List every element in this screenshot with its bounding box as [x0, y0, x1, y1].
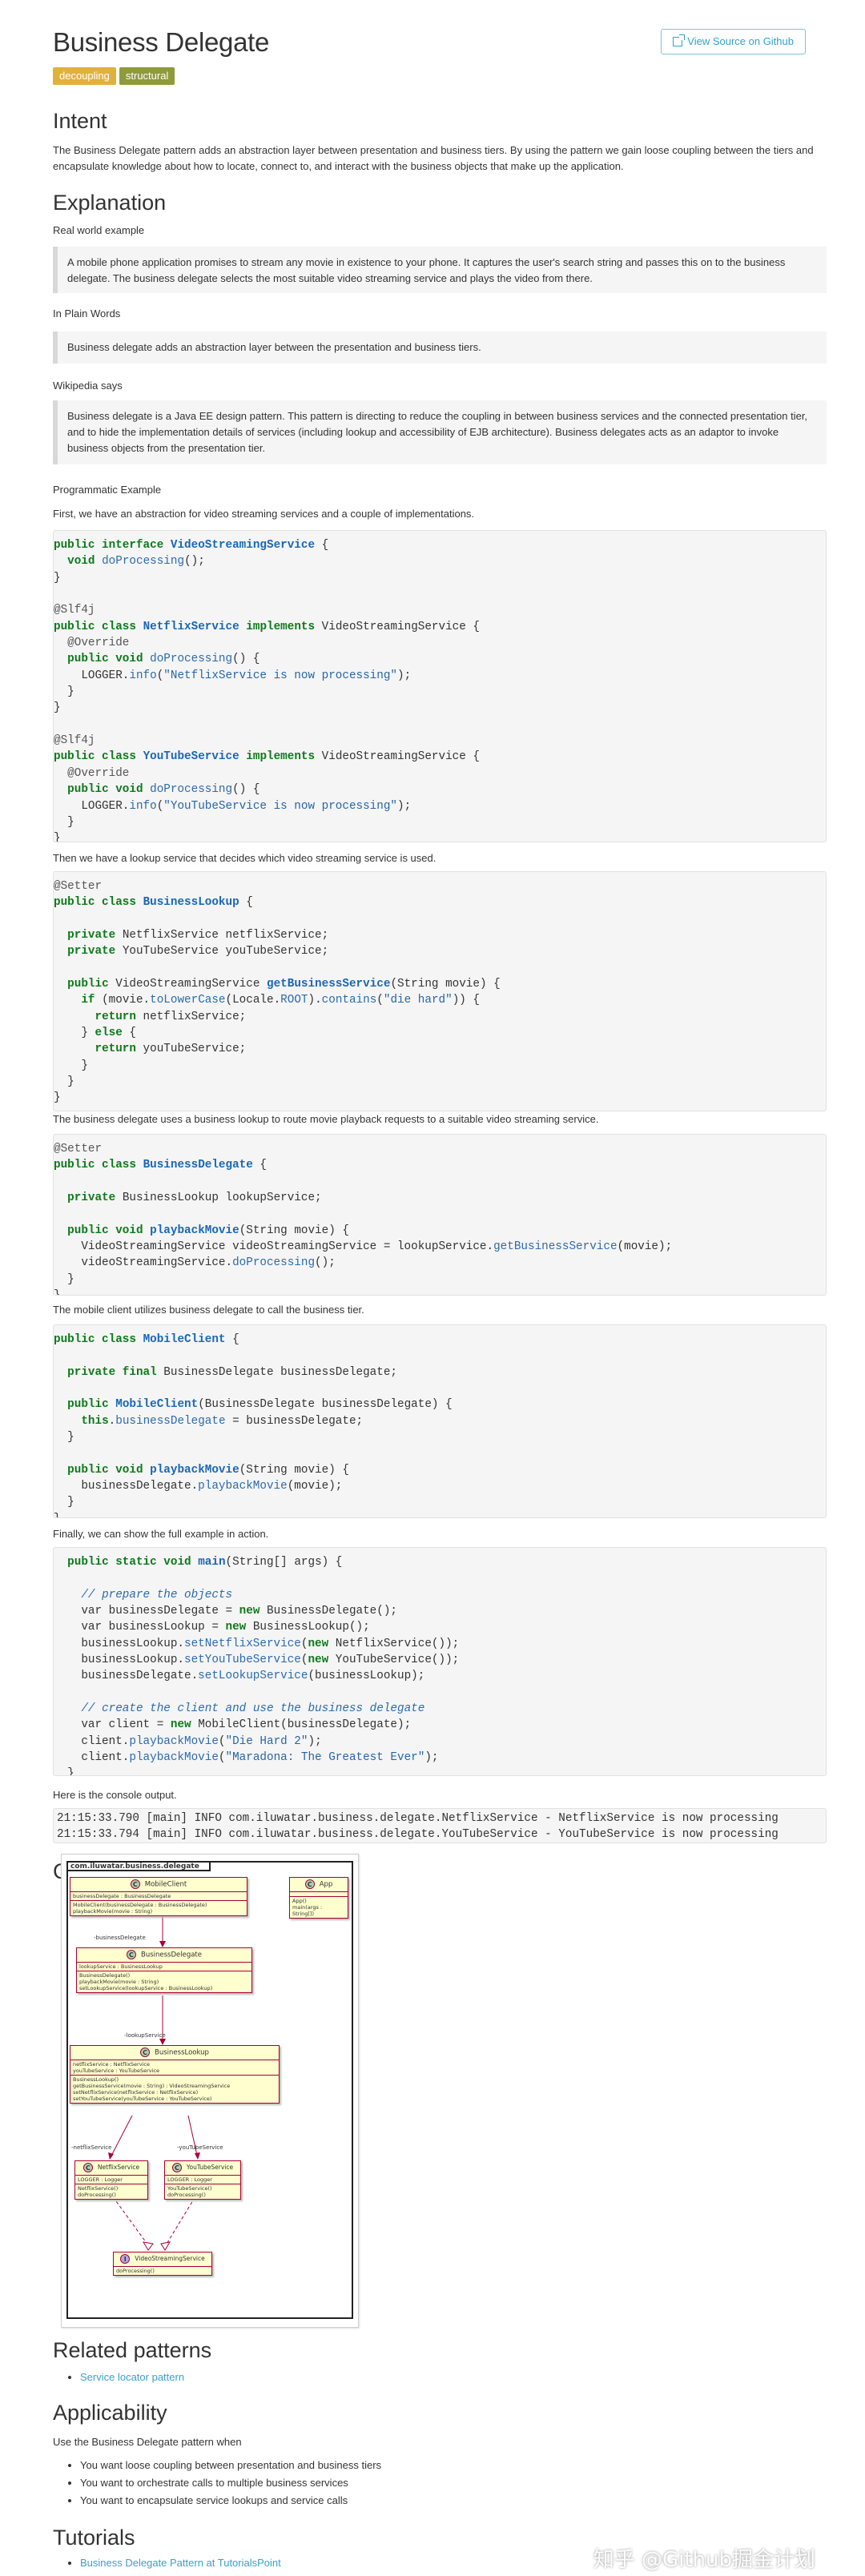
package-box: com.iluwatar.business.delegate — [66, 1861, 353, 2319]
class-circle-icon: C — [83, 2163, 93, 2172]
code-intro-6: Here is the console output. — [53, 1787, 827, 1803]
code-block-business-lookup: @Setter public class BusinessLookup { pr… — [53, 871, 827, 1111]
code-intro-3: The business delegate uses a business lo… — [53, 1111, 827, 1127]
real-world-label: Real world example — [53, 223, 827, 239]
code-block-streaming-services: public interface VideoStreamingService {… — [53, 530, 827, 842]
related-heading: Related patterns — [53, 2337, 827, 2364]
code-block-main: public static void main(String[] args) {… — [53, 1547, 827, 1776]
class-circle-icon: C — [140, 2048, 150, 2057]
tag-decoupling[interactable]: decoupling — [53, 67, 116, 85]
view-source-button[interactable]: View Source on Github — [661, 29, 806, 54]
plain-words-quote: Business delegate adds an abstraction la… — [53, 332, 827, 364]
edge-netflix-video — [110, 2192, 148, 2245]
plain-words-label: In Plain Words — [53, 306, 827, 322]
related-list: Service locator pattern — [53, 2369, 827, 2386]
code-block-business-delegate: @Setter public class BusinessDelegate { … — [53, 1134, 827, 1296]
watermark: 知乎 @Github掘金计划 — [593, 2543, 815, 2573]
console-line: 21:15:33.794 [main] INFO com.iluwatar.bu… — [57, 1827, 823, 1843]
tag-list: decoupling structural — [53, 67, 175, 85]
edge-lookup-netflix — [110, 2116, 132, 2159]
code-intro-5: Finally, we can show the full example in… — [53, 1526, 827, 1542]
class-circle-icon: C — [172, 2163, 182, 2172]
page-title: Business Delegate — [53, 27, 269, 58]
edge-label-business-delegate: -businessDelegate — [94, 1935, 146, 1941]
edge-label-youtube-service: -youTubeService — [177, 2144, 223, 2151]
intent-text: The Business Delegate pattern adds an ab… — [53, 143, 827, 175]
programmatic-label: Programmatic Example — [53, 482, 827, 498]
uml-class-app: CApp App()main(args : String[]) — [289, 1877, 348, 1919]
real-world-quote: A mobile phone application promises to s… — [53, 247, 827, 293]
console-line: 21:15:33.790 [main] INFO com.iluwatar.bu… — [57, 1810, 823, 1827]
uml-class-mobileclient: CMobileClient businessDelegate : Busines… — [70, 1877, 247, 1916]
class-circle-icon: C — [127, 1950, 136, 1959]
code-intro-2: Then we have a lookup service that decid… — [53, 850, 827, 866]
applicability-list: You want loose coupling between presenta… — [53, 2457, 827, 2510]
edge-lookup-youtube — [188, 2116, 198, 2159]
code-intro-1: First, we have an abstraction for video … — [53, 506, 827, 522]
list-item: You want loose coupling between presenta… — [80, 2457, 827, 2474]
uml-interface-videostreamingservice: IVideoStreamingService doProcessing() — [113, 2252, 212, 2276]
edge-youtube-video — [166, 2192, 198, 2245]
class-diagram: com.iluwatar.business.delegate — [61, 1854, 359, 2328]
explanation-heading: Explanation — [53, 189, 827, 216]
class-circle-icon: C — [305, 1879, 315, 1889]
list-item: Service locator pattern — [80, 2369, 827, 2386]
uml-class-businessdelegate: CBusinessDelegate lookupService : Busine… — [76, 1947, 252, 1993]
intent-heading: Intent — [53, 107, 827, 135]
list-item: You want to orchestrate calls to multipl… — [80, 2474, 827, 2492]
uml-class-businesslookup: CBusinessLookup netflixService : Netflix… — [70, 2045, 280, 2104]
edge-label-netflix-service: -netflixService — [71, 2144, 111, 2151]
code-intro-4: The mobile client utilizes business dele… — [53, 1302, 827, 1318]
interface-circle-icon: I — [120, 2254, 130, 2264]
uml-class-netflixservice: CNetflixService LOGGER : Logger NetflixS… — [74, 2160, 148, 2200]
external-link-icon — [673, 37, 682, 46]
tag-structural[interactable]: structural — [119, 67, 175, 85]
console-output: 21:15:33.790 [main] INFO com.iluwatar.bu… — [53, 1808, 827, 1843]
wikipedia-label: Wikipedia says — [53, 378, 827, 394]
uml-class-youtubeservice: CYouTubeService LOGGER : Logger YouTubeS… — [164, 2160, 241, 2200]
page-header: Business Delegate View Source on Github … — [32, 0, 833, 96]
service-locator-link[interactable]: Service locator pattern — [80, 2371, 184, 2383]
applicability-heading: Applicability — [53, 2399, 827, 2426]
list-item: You want to encapsulate service lookups … — [80, 2492, 827, 2510]
edge-label-lookup-service: -lookupService — [124, 2032, 166, 2039]
applicability-intro: Use the Business Delegate pattern when — [53, 2434, 827, 2450]
tutorialspoint-link[interactable]: Business Delegate Pattern at TutorialsPo… — [80, 2557, 281, 2569]
wikipedia-quote: Business delegate is a Java EE design pa… — [53, 400, 827, 464]
class-circle-icon: C — [131, 1879, 140, 1889]
code-block-mobile-client: public class MobileClient { private fina… — [53, 1324, 827, 1518]
page: Business Delegate View Source on Github … — [32, 0, 833, 2576]
